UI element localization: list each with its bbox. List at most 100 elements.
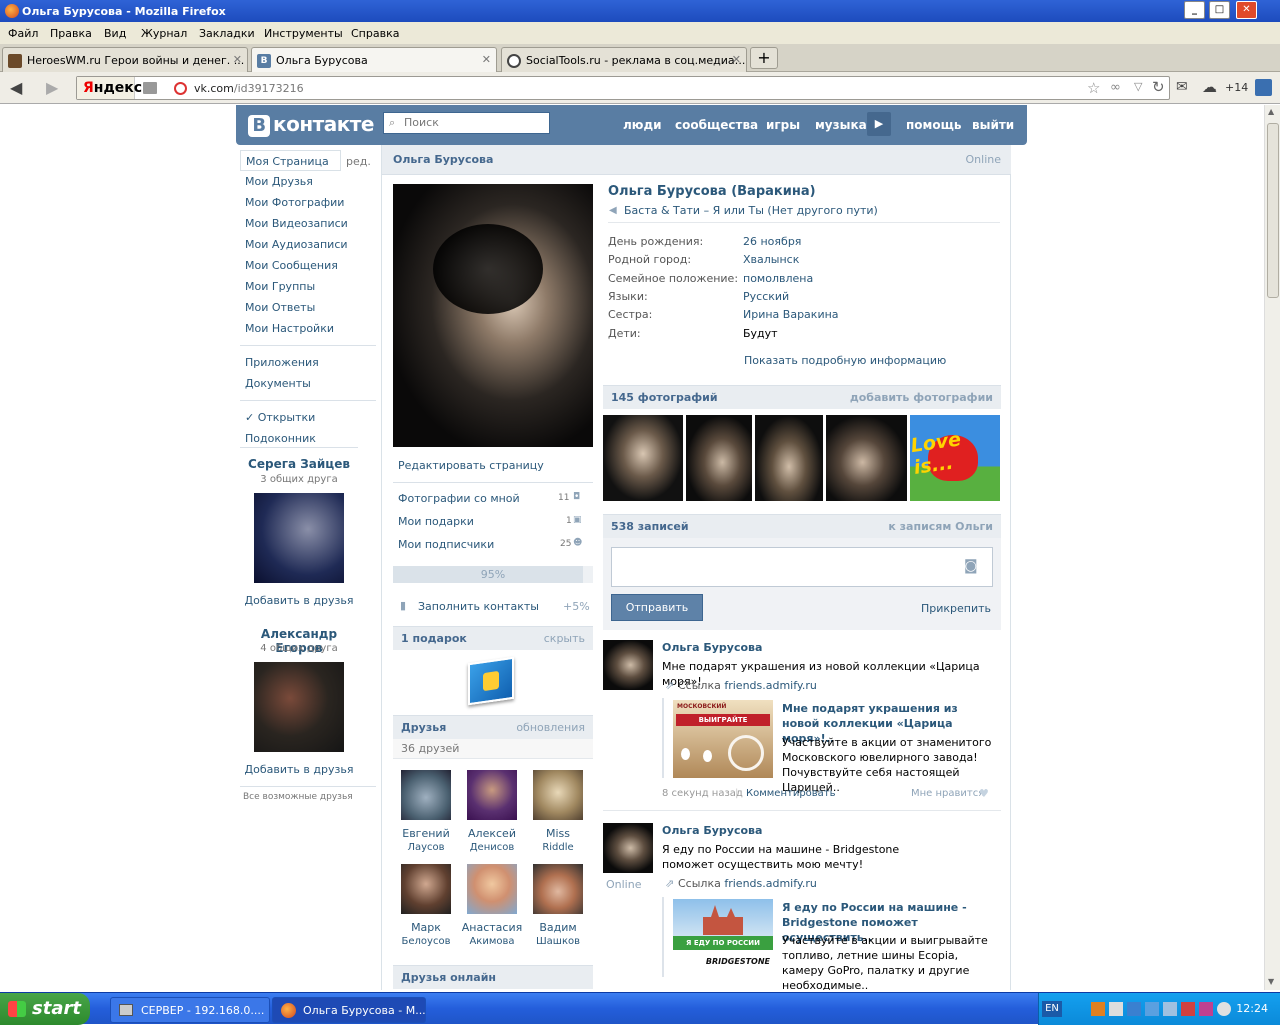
menu-view[interactable]: Вид [104,27,126,40]
wall-post-input[interactable] [611,547,993,587]
heart-icon[interactable]: ♥ [979,787,989,800]
search-input[interactable]: Поиск [383,112,550,134]
tab-heroeswm[interactable]: HeroesWM.ru Герои войны и денег. ... ✕ [2,47,248,72]
site-identity-icon[interactable] [174,82,187,95]
download-icon[interactable] [1127,1002,1141,1016]
nav-logout[interactable]: выйти [972,118,1014,132]
like-link[interactable]: Мне нравится [911,788,984,799]
close-tab-icon[interactable]: ✕ [233,53,242,66]
friend-name[interactable]: Miss Riddle [519,827,597,854]
show-more-info-link[interactable]: Показать подробную информацию [744,354,946,367]
wall-header[interactable]: 538 записей к записям Ольги [603,514,1001,538]
forward-icon[interactable]: ▶ [46,78,58,97]
attach-link[interactable]: Прикрепить [921,602,991,615]
dropdown-icon[interactable]: ▽ [1134,80,1142,93]
nav-help[interactable]: помощь [906,118,961,132]
minimize-button[interactable]: _ [1184,1,1205,19]
profile-photo[interactable] [393,184,593,447]
info-value-sister[interactable]: Ирина Варакина [743,308,839,321]
url-text[interactable]: vk.com/id39173216 [194,82,304,95]
music-play-icon[interactable]: ▶ [867,112,891,136]
taskbar-item-firefox[interactable]: Ольга Бурусова - M... [272,997,426,1023]
menu-help[interactable]: Справка [351,27,399,40]
fill-contacts-link[interactable]: Заполнить контакты [418,600,539,613]
scroll-up-icon[interactable]: ▲ [1268,107,1274,116]
friend-avatar[interactable] [401,864,451,914]
friends-online-header[interactable]: Друзья онлайн [393,965,593,989]
friend-avatar[interactable] [533,770,583,820]
nav-games[interactable]: игры [766,118,800,132]
friend-avatar[interactable] [467,770,517,820]
menu-podokonnik[interactable]: Подоконник [240,428,378,449]
post-author-avatar[interactable] [603,823,653,873]
yandex-logo[interactable]: Яндекс [77,77,142,99]
friend-avatar[interactable] [401,770,451,820]
menu-edit[interactable]: Правка [50,27,92,40]
info-value-relationship[interactable]: помолвлена [743,272,813,285]
menu-my-groups[interactable]: Мои Группы [240,276,378,297]
gifts-hide-link[interactable]: скрыть [544,632,585,645]
close-button[interactable]: ✕ [1236,1,1257,19]
photo-thumb[interactable] [686,415,752,501]
gifts-header[interactable]: 1 подарок скрыть [393,626,593,650]
weather-badge[interactable]: +14 [1225,81,1248,94]
taskbar-item-server[interactable]: СЕРВЕР - 192.168.0.... [110,997,270,1023]
profile-status[interactable]: Баста & Тати – Я или Ты (Нет другого пут… [624,204,878,217]
suggest-avatar[interactable] [254,493,344,583]
friends-header[interactable]: Друзья обновления [393,715,593,739]
add-friend-link[interactable]: Добавить в друзья [240,763,358,776]
menu-my-audio[interactable]: Мои Аудиозаписи [240,234,378,255]
suggest-avatar[interactable] [254,662,344,752]
printer-icon[interactable] [1109,1002,1123,1016]
menu-history[interactable]: Журнал [141,27,187,40]
reader-icon[interactable]: ∞ [1110,80,1121,95]
menu-my-page[interactable]: Моя Страница [240,150,341,171]
page-scrollbar[interactable]: ▲ ▼ [1264,105,1280,990]
photo-thumb[interactable] [603,415,683,501]
scroll-down-icon[interactable]: ▼ [1268,977,1274,986]
photos-header[interactable]: 145 фотографий добавить фотографии [603,385,1001,409]
weather-cloud-icon[interactable]: ☁ [1202,78,1217,96]
friend-name[interactable]: Вадим Шашков [519,921,597,948]
attach-banner-bridgestone[interactable]: Я ЕДУ ПО РОССИИ BRIDGESTONE [673,899,773,977]
back-icon[interactable]: ◀ [10,78,22,97]
menu-my-answers[interactable]: Мои Ответы [240,297,378,318]
post-link-line[interactable]: Ссылка friends.admify.ru [678,679,817,692]
menu-bookmarks[interactable]: Закладки [199,27,255,40]
menu-file[interactable]: Файл [8,27,38,40]
url-bar[interactable]: Яндекс vk.com/id39173216 ☆ ∞ ▽ ↻ [76,76,1170,100]
language-indicator[interactable]: EN [1042,1001,1062,1017]
network-icon[interactable] [1145,1002,1159,1016]
addon-icon[interactable] [1255,79,1272,96]
my-gifts-link[interactable]: Мои подарки [398,515,474,528]
gift-image[interactable] [468,656,514,706]
start-button[interactable]: start [0,993,90,1025]
photo-thumb[interactable] [826,415,907,501]
mail-icon[interactable]: ✉ [1176,79,1188,95]
edit-link[interactable]: ред. [346,155,371,168]
scrollbar-thumb[interactable] [1267,123,1279,298]
vk-logo[interactable]: Вконтакте [248,112,374,137]
info-value-hometown[interactable]: Хвалынск [743,253,799,266]
tray-app-icon[interactable] [1091,1002,1105,1016]
new-tab-button[interactable]: + [750,47,778,69]
add-photos-link[interactable]: добавить фотографии [850,391,993,404]
friend-avatar[interactable] [533,864,583,914]
maximize-button[interactable]: □ [1209,1,1230,19]
menu-apps[interactable]: Приложения [240,352,378,373]
tab-vk[interactable]: В Ольга Бурусова ✕ [251,47,497,73]
info-value-languages[interactable]: Русский [743,290,789,303]
info-value-birthday[interactable]: 26 ноября [743,235,801,248]
reload-icon[interactable]: ↻ [1152,78,1165,96]
menu-my-photos[interactable]: Мои Фотографии [240,192,378,213]
post-author-avatar[interactable] [603,640,653,690]
menu-my-videos[interactable]: Мои Видеозаписи [240,213,378,234]
menu-my-friends[interactable]: Мои Друзья [240,171,378,192]
bookmark-star-icon[interactable]: ☆ [1087,79,1100,97]
friends-updates-link[interactable]: обновления [516,721,585,734]
post-time[interactable]: 8 секунд назад [662,788,743,799]
photo-thumb-love-is[interactable]: Love is... [910,415,1000,501]
subscribers-link[interactable]: Мои подписчики [398,538,494,551]
add-friend-link[interactable]: Добавить в друзья [240,594,358,607]
nav-music[interactable]: музыка [815,118,867,132]
